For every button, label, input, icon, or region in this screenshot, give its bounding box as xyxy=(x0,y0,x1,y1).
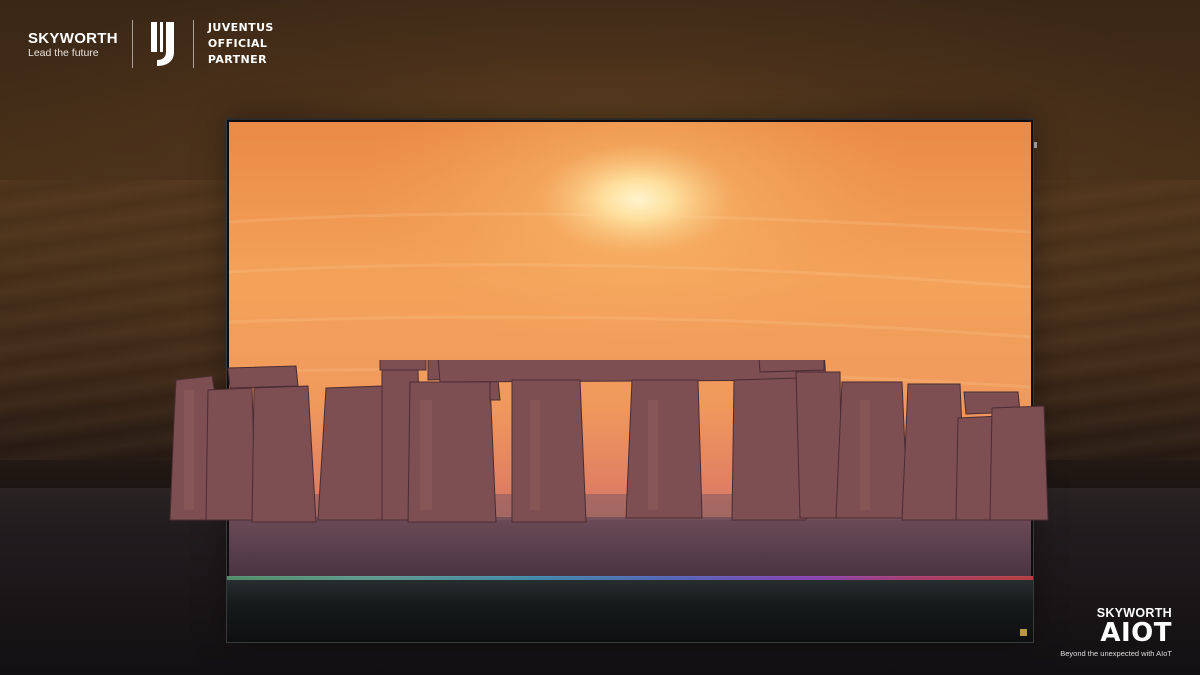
stonehenge-sunset-image xyxy=(229,122,1031,577)
brand-divider xyxy=(131,20,133,68)
footer-tagline: Beyond the unexpected with AIoT xyxy=(1060,649,1172,658)
brand-name: SKYWORTH xyxy=(28,30,118,47)
tv-side-mark xyxy=(1034,142,1037,148)
header-brand: SKYWORTH Lead the future JUVENTUS OFFICI… xyxy=(28,20,274,68)
tv-display xyxy=(226,118,1037,643)
partner-divider xyxy=(192,20,194,68)
tv-soundbar xyxy=(227,580,1033,642)
partner-line-2: OFFICIAL xyxy=(207,37,268,50)
partner-line-1: JUVENTUS xyxy=(207,21,274,34)
aiot-logo: AIOT xyxy=(1100,618,1172,648)
tv-badge-icon xyxy=(1020,629,1027,636)
tv-screen xyxy=(229,122,1031,577)
partner-text: JUVENTUS OFFICIAL PARTNER xyxy=(208,20,274,68)
footer-brand: SKYWORTH AIOT Beyond the unexpected with… xyxy=(1060,606,1172,660)
juventus-logo-icon xyxy=(150,22,174,66)
skyworth-brand: SKYWORTH Lead the future xyxy=(28,20,118,60)
brand-tagline: Lead the future xyxy=(28,47,99,59)
partner-line-3: PARTNER xyxy=(207,53,267,66)
